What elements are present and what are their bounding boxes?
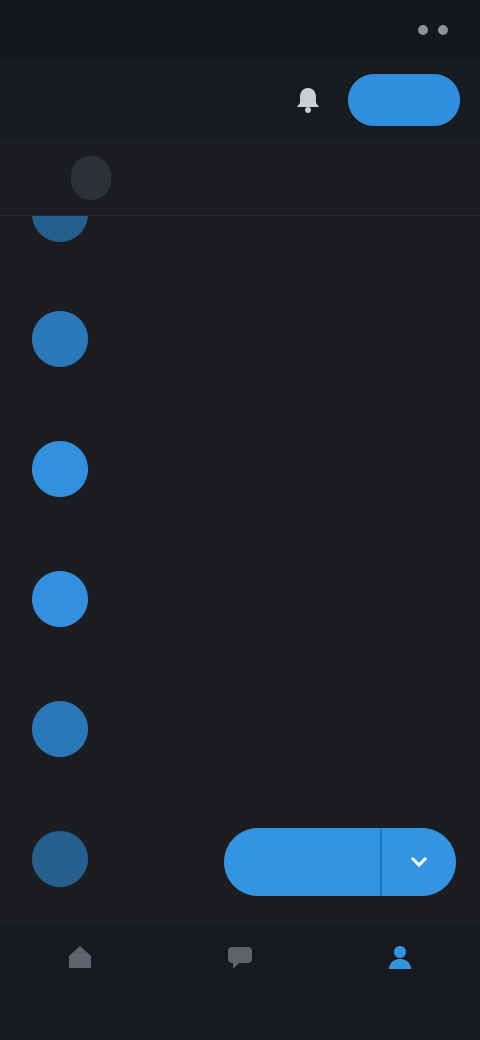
chat-icon xyxy=(228,947,252,969)
avatar xyxy=(32,831,88,887)
list-item-text xyxy=(106,216,448,222)
avatar xyxy=(32,216,88,242)
signal-icon xyxy=(418,25,428,35)
home-icon xyxy=(69,946,91,968)
person-icon xyxy=(389,946,411,969)
tab-3[interactable] xyxy=(369,156,409,200)
list-item[interactable] xyxy=(0,664,480,794)
bottom-navigation xyxy=(0,924,480,1040)
tab-1[interactable] xyxy=(70,155,111,200)
action-main-button[interactable] xyxy=(224,828,380,896)
battery-icon xyxy=(438,25,448,35)
status-indicators xyxy=(408,25,448,35)
list-item[interactable] xyxy=(0,534,480,664)
status-bar xyxy=(0,0,480,60)
avatar xyxy=(32,701,88,757)
list-item-text xyxy=(106,588,448,610)
header-primary-button[interactable] xyxy=(348,74,460,126)
list-item[interactable] xyxy=(0,216,480,274)
split-action-button xyxy=(224,828,456,896)
avatar xyxy=(32,441,88,497)
tab-2[interactable] xyxy=(220,156,260,200)
chevron-down-icon[interactable] xyxy=(382,828,456,896)
app-header xyxy=(0,60,480,140)
nav-item-profile[interactable] xyxy=(340,942,460,982)
tab-bar xyxy=(0,140,480,216)
contact-list xyxy=(0,216,480,924)
list-item[interactable] xyxy=(0,404,480,534)
avatar xyxy=(32,311,88,367)
list-item-text xyxy=(106,458,448,480)
list-item-text xyxy=(106,328,448,350)
nav-item-chat[interactable] xyxy=(180,942,300,982)
nav-item-home[interactable] xyxy=(20,942,140,982)
list-item-text xyxy=(106,851,216,867)
avatar xyxy=(32,571,88,627)
list-item[interactable] xyxy=(0,794,480,924)
list-item[interactable] xyxy=(0,274,480,404)
list-item-text xyxy=(106,718,448,740)
bell-icon[interactable] xyxy=(288,80,328,120)
